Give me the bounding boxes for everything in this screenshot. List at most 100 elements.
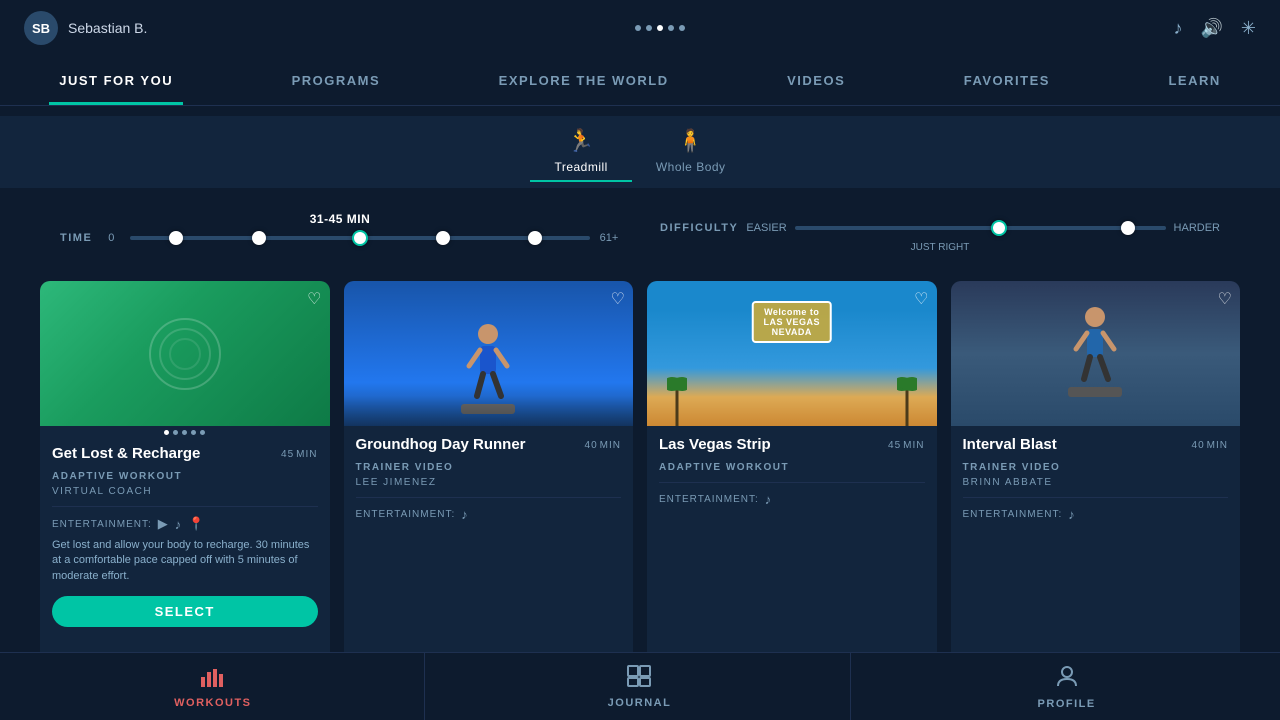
ent-label-1: ENTERTAINMENT: [52, 519, 152, 530]
card-divider-3 [659, 482, 925, 483]
card-image-green [40, 281, 330, 426]
tab-treadmill[interactable]: 🏃 Treadmill [530, 122, 631, 182]
filters-area: 🏃 Treadmill 🧍 Whole Body 31-45 MIN TIME … [0, 106, 1280, 263]
difficulty-thumb-2[interactable] [1121, 221, 1135, 235]
location-icon: 📍 [188, 516, 205, 532]
nav-item-just-for-you[interactable]: JUST FOR YOU [49, 56, 183, 105]
difficulty-value-text: JUST RIGHT [911, 242, 970, 253]
card-title-row-2: Groundhog Day Runner 40MIN [356, 436, 622, 454]
nav-item-explore[interactable]: EXPLORE THE WORLD [489, 56, 679, 105]
time-max: 61+ [598, 232, 620, 244]
time-slider-group: 31-45 MIN TIME 0 61+ [60, 212, 620, 244]
select-button-1[interactable]: SELECT [52, 596, 318, 627]
tab-whole-body[interactable]: 🧍 Whole Body [632, 122, 750, 182]
journal-icon [627, 665, 651, 693]
favorite-btn-4[interactable]: ♡ [1218, 289, 1232, 309]
equipment-tabs: 🏃 Treadmill 🧍 Whole Body [0, 116, 1280, 188]
treadmill-label: Treadmill [554, 160, 607, 174]
card-trainer-1: VIRTUAL COACH [52, 486, 318, 497]
ent-label-2: ENTERTAINMENT: [356, 509, 456, 520]
nav-label-favorites: FAVORITES [964, 73, 1050, 88]
person-icon [1055, 664, 1079, 688]
card-title-1: Get Lost & Recharge [52, 445, 200, 463]
card-divider-2 [356, 497, 622, 498]
trainer-figure-svg [1060, 299, 1130, 409]
difficulty-max: HARDER [1174, 222, 1220, 234]
palm-left [667, 366, 687, 426]
nav-label-just-for-you: JUST FOR YOU [59, 73, 173, 88]
card-type-3: ADAPTIVE WORKOUT [659, 462, 925, 473]
ent-label-4: ENTERTAINMENT: [963, 509, 1063, 520]
dot-2 [646, 25, 652, 31]
card-title-row-1: Get Lost & Recharge 45MIN [52, 445, 318, 463]
card-image-runner [344, 281, 634, 426]
card-trainer-2: LEE JIMENEZ [356, 477, 622, 488]
bottom-nav-profile[interactable]: PROFILE [855, 653, 1277, 720]
card-body-3: Las Vegas Strip 45MIN ADAPTIVE WORKOUT E… [647, 426, 937, 671]
avatar: SB [24, 11, 58, 45]
card-entertainment-3: ENTERTAINMENT: ♪ [659, 492, 925, 507]
card-divider-1 [52, 506, 318, 507]
card-title-row-3: Las Vegas Strip 45MIN [659, 436, 925, 454]
time-thumb-4[interactable] [436, 231, 450, 245]
time-track[interactable] [130, 236, 590, 240]
sliders-row: 31-45 MIN TIME 0 61+ DIFFIC [0, 188, 1280, 263]
card-groundhog: ♡ Groundhog Day Runner 40MIN TRAINER VID… [344, 281, 634, 671]
card-duration-2: 40MIN [583, 436, 621, 451]
profile-icon [1055, 664, 1079, 694]
nav-item-videos[interactable]: VIDEOS [777, 56, 855, 105]
bluetooth-icon[interactable]: ✳ [1241, 18, 1256, 39]
progress-dots [635, 25, 685, 31]
play-icon: ▶ [158, 516, 169, 532]
time-thumb-active[interactable] [352, 230, 368, 246]
wholebody-icon: 🧍 [677, 128, 705, 154]
time-track-row: TIME 0 61+ [60, 232, 620, 244]
difficulty-min: EASIER [746, 222, 786, 234]
favorite-btn-1[interactable]: ♡ [307, 289, 321, 309]
favorite-btn-2[interactable]: ♡ [611, 289, 625, 309]
card-title-4: Interval Blast [963, 436, 1057, 454]
favorite-btn-3[interactable]: ♡ [914, 289, 928, 309]
user-name: Sebastian B. [68, 20, 147, 36]
time-thumb-2[interactable] [252, 231, 266, 245]
card-title-3: Las Vegas Strip [659, 436, 771, 454]
treadmill-icon: 🏃 [567, 128, 595, 154]
nav-item-programs[interactable]: PROGRAMS [282, 56, 391, 105]
workouts-icon [200, 665, 226, 693]
nav-label-programs: PROGRAMS [292, 73, 381, 88]
bottom-nav-workouts[interactable]: WORKOUTS [2, 653, 424, 720]
difficulty-track[interactable] [795, 226, 1166, 230]
dot-3 [657, 25, 663, 31]
music-icon[interactable]: ♪ [1173, 18, 1182, 39]
bottom-nav-journal[interactable]: JOURNAL [429, 653, 851, 720]
card-duration-1: 45MIN [279, 445, 317, 460]
difficulty-slider-group: DIFFICULTY EASIER HARDER JUST RIGHT [660, 202, 1220, 253]
card-get-lost: ♡ Get Lost & Recharge 45MIN ADAPTIVE WOR… [40, 281, 330, 671]
card-duration-4: 40MIN [1190, 436, 1228, 451]
wholebody-label: Whole Body [656, 160, 726, 174]
time-value-label: 31-45 MIN [60, 212, 620, 226]
card-body-1: Get Lost & Recharge 45MIN ADAPTIVE WORKO… [40, 435, 330, 671]
topbar-icons: ♪ 🔊 ✳ [1173, 18, 1256, 39]
nav-label-videos: VIDEOS [787, 73, 845, 88]
difficulty-thumb-active[interactable] [991, 220, 1007, 236]
time-thumb-1[interactable] [169, 231, 183, 245]
palm-right [897, 366, 917, 426]
time-thumb-5[interactable] [528, 231, 542, 245]
time-label: TIME [60, 232, 92, 244]
difficulty-track-row: DIFFICULTY EASIER HARDER [660, 222, 1220, 234]
card-image-lasvegas: Welcome toLAS VEGASNEVADA [647, 281, 937, 426]
nav-label-learn: LEARN [1168, 73, 1220, 88]
profile-label: PROFILE [1038, 698, 1096, 710]
nav-item-favorites[interactable]: FAVORITES [954, 56, 1060, 105]
card-title-2: Groundhog Day Runner [356, 436, 526, 454]
bar-chart-icon [200, 665, 226, 687]
ent-label-3: ENTERTAINMENT: [659, 494, 759, 505]
nav-item-learn[interactable]: LEARN [1158, 56, 1230, 105]
music-icon-card: ♪ [175, 517, 183, 532]
card-divider-4 [963, 497, 1229, 498]
volume-icon[interactable]: 🔊 [1200, 18, 1222, 39]
cards-area: ♡ Get Lost & Recharge 45MIN ADAPTIVE WOR… [0, 263, 1280, 689]
main-nav: JUST FOR YOU PROGRAMS EXPLORE THE WORLD … [0, 56, 1280, 106]
card-entertainment-1: ENTERTAINMENT: ▶ ♪ 📍 [52, 516, 318, 532]
